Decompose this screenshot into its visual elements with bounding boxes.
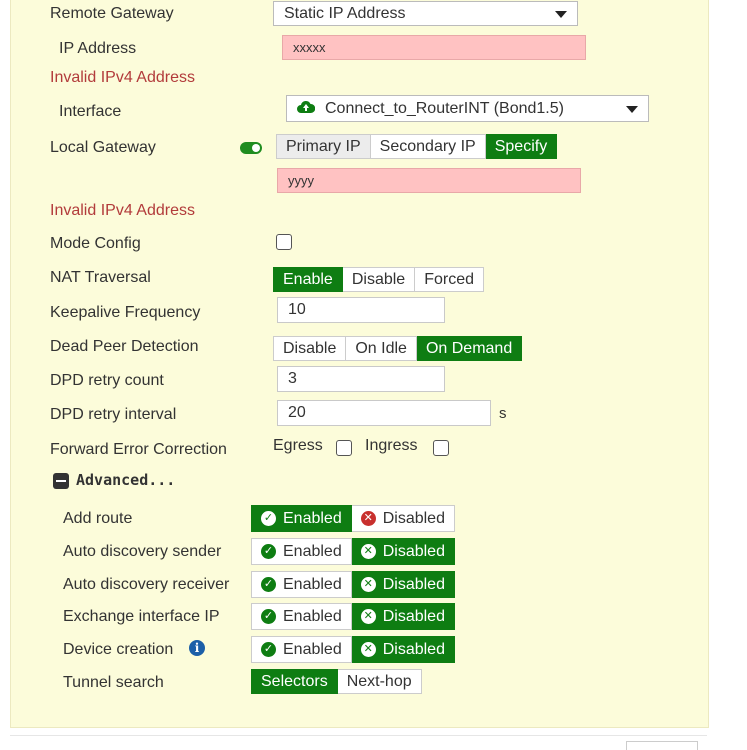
mode-config-label: Mode Config xyxy=(50,235,141,252)
local-gateway-secondary-ip[interactable]: Secondary IP xyxy=(370,134,486,159)
fec-ingress-label: Ingress xyxy=(365,437,418,454)
check-circle-icon: ✓ xyxy=(261,609,276,624)
check-circle-icon: ✓ xyxy=(261,642,276,657)
auto-discovery-sender-disabled[interactable]: ✕ Disabled xyxy=(351,538,455,565)
cloud-icon xyxy=(297,100,316,113)
auto-discovery-receiver-disabled[interactable]: ✕ Disabled xyxy=(351,571,455,598)
exchange-interface-ip-enabled-label: Enabled xyxy=(283,608,342,625)
local-gateway-specify[interactable]: Specify xyxy=(485,134,558,159)
advanced-toggle[interactable]: Advanced... xyxy=(76,471,175,489)
tunnel-search-next-hop[interactable]: Next-hop xyxy=(337,669,422,694)
dpd-on-demand[interactable]: On Demand xyxy=(416,336,523,361)
keepalive-label: Keepalive Frequency xyxy=(50,304,201,321)
fec-ingress-checkbox[interactable] xyxy=(433,440,449,456)
check-circle-icon: ✓ xyxy=(261,511,276,526)
nat-traversal-disable[interactable]: Disable xyxy=(342,267,416,292)
add-route-label: Add route xyxy=(63,510,133,527)
device-creation-disabled-label: Disabled xyxy=(382,641,445,658)
device-creation-enabled-label: Enabled xyxy=(283,641,342,658)
add-route-options: ✓ Enabled ✕ Disabled xyxy=(251,505,455,532)
dpd-disable[interactable]: Disable xyxy=(273,336,347,361)
exchange-interface-ip-disabled-label: Disabled xyxy=(382,608,445,625)
check-circle-icon: ✓ xyxy=(261,577,276,592)
device-creation-enabled[interactable]: ✓ Enabled xyxy=(251,636,352,663)
auto-discovery-receiver-label: Auto discovery receiver xyxy=(63,576,230,593)
exchange-interface-ip-disabled[interactable]: ✕ Disabled xyxy=(351,603,455,630)
interface-select[interactable]: Connect_to_RouterINT (Bond1.5) xyxy=(286,95,649,122)
nat-traversal-forced[interactable]: Forced xyxy=(415,267,484,292)
interface-value: Connect_to_RouterINT (Bond1.5) xyxy=(325,100,564,117)
auto-discovery-receiver-enabled-label: Enabled xyxy=(283,576,342,593)
auto-discovery-sender-disabled-label: Disabled xyxy=(382,543,445,560)
nat-traversal-enable[interactable]: Enable xyxy=(273,267,343,292)
device-creation-options: ✓ Enabled ✕ Disabled xyxy=(251,636,455,663)
dpd-retry-count-label: DPD retry count xyxy=(50,372,164,389)
tunnel-search-options: Selectors Next-hop xyxy=(251,669,422,694)
auto-discovery-receiver-disabled-label: Disabled xyxy=(382,576,445,593)
add-route-enabled[interactable]: ✓ Enabled xyxy=(251,505,352,532)
local-gateway-toggle[interactable] xyxy=(240,142,262,154)
dpd-retry-interval-input[interactable]: 20 xyxy=(277,400,491,426)
dpd-options: Disable On Idle On Demand xyxy=(273,336,523,361)
auto-discovery-sender-options: ✓ Enabled ✕ Disabled xyxy=(251,538,455,565)
footer-button[interactable] xyxy=(626,741,698,750)
exchange-interface-ip-enabled[interactable]: ✓ Enabled xyxy=(251,603,352,630)
mode-config-checkbox[interactable] xyxy=(276,234,292,250)
x-circle-icon: ✕ xyxy=(360,609,376,624)
auto-discovery-receiver-options: ✓ Enabled ✕ Disabled xyxy=(251,571,455,598)
x-circle-icon: ✕ xyxy=(360,577,376,592)
remote-gateway-select[interactable]: Static IP Address xyxy=(273,1,578,26)
fec-label: Forward Error Correction xyxy=(50,441,227,458)
tunnel-search-label: Tunnel search xyxy=(63,674,164,691)
dpd-retry-count-input[interactable]: 3 xyxy=(277,366,445,392)
chevron-down-icon xyxy=(626,105,638,113)
collapse-icon[interactable] xyxy=(53,473,69,489)
dpd-retry-interval-unit: s xyxy=(499,405,507,422)
dpd-retry-interval-label: DPD retry interval xyxy=(50,406,177,423)
ip-address-error: Invalid IPv4 Address xyxy=(50,69,195,86)
tunnel-search-selectors[interactable]: Selectors xyxy=(251,669,338,694)
exchange-interface-ip-options: ✓ Enabled ✕ Disabled xyxy=(251,603,455,630)
fec-egress-checkbox[interactable] xyxy=(336,440,352,456)
ip-address-label: IP Address xyxy=(59,40,137,57)
fec-egress-label: Egress xyxy=(273,437,323,454)
dpd-label: Dead Peer Detection xyxy=(50,338,199,355)
nat-traversal-options: Enable Disable Forced xyxy=(273,267,484,292)
chevron-down-icon xyxy=(555,10,567,18)
interface-label: Interface xyxy=(59,103,122,120)
x-circle-icon: ✕ xyxy=(360,511,376,526)
dpd-on-idle[interactable]: On Idle xyxy=(346,336,417,361)
add-route-enabled-label: Enabled xyxy=(283,510,342,527)
add-route-disabled-label: Disabled xyxy=(382,510,445,527)
exchange-interface-ip-label: Exchange interface IP xyxy=(63,608,220,625)
local-gateway-label: Local Gateway xyxy=(50,139,156,156)
footer-bar xyxy=(10,735,707,746)
x-circle-icon: ✕ xyxy=(360,544,376,559)
info-icon[interactable]: i xyxy=(189,640,205,656)
device-creation-disabled[interactable]: ✕ Disabled xyxy=(351,636,455,663)
check-circle-icon: ✓ xyxy=(261,544,276,559)
auto-discovery-sender-enabled[interactable]: ✓ Enabled xyxy=(251,538,352,565)
auto-discovery-sender-enabled-label: Enabled xyxy=(283,543,342,560)
add-route-disabled[interactable]: ✕ Disabled xyxy=(351,505,455,532)
auto-discovery-receiver-enabled[interactable]: ✓ Enabled xyxy=(251,571,352,598)
local-gateway-primary-ip[interactable]: Primary IP xyxy=(276,134,371,159)
local-gateway-error: Invalid IPv4 Address xyxy=(50,202,195,219)
device-creation-label: Device creation xyxy=(63,641,174,658)
nat-traversal-label: NAT Traversal xyxy=(50,269,151,286)
local-gateway-options: Primary IP Secondary IP Specify xyxy=(276,134,558,159)
remote-gateway-label: Remote Gateway xyxy=(50,5,174,22)
remote-gateway-value: Static IP Address xyxy=(284,5,406,22)
local-gateway-input[interactable]: yyyy xyxy=(277,168,581,193)
keepalive-input[interactable]: 10 xyxy=(277,297,445,323)
x-circle-icon: ✕ xyxy=(360,642,376,657)
ip-address-input[interactable]: xxxxx xyxy=(282,35,586,60)
auto-discovery-sender-label: Auto discovery sender xyxy=(63,543,222,560)
